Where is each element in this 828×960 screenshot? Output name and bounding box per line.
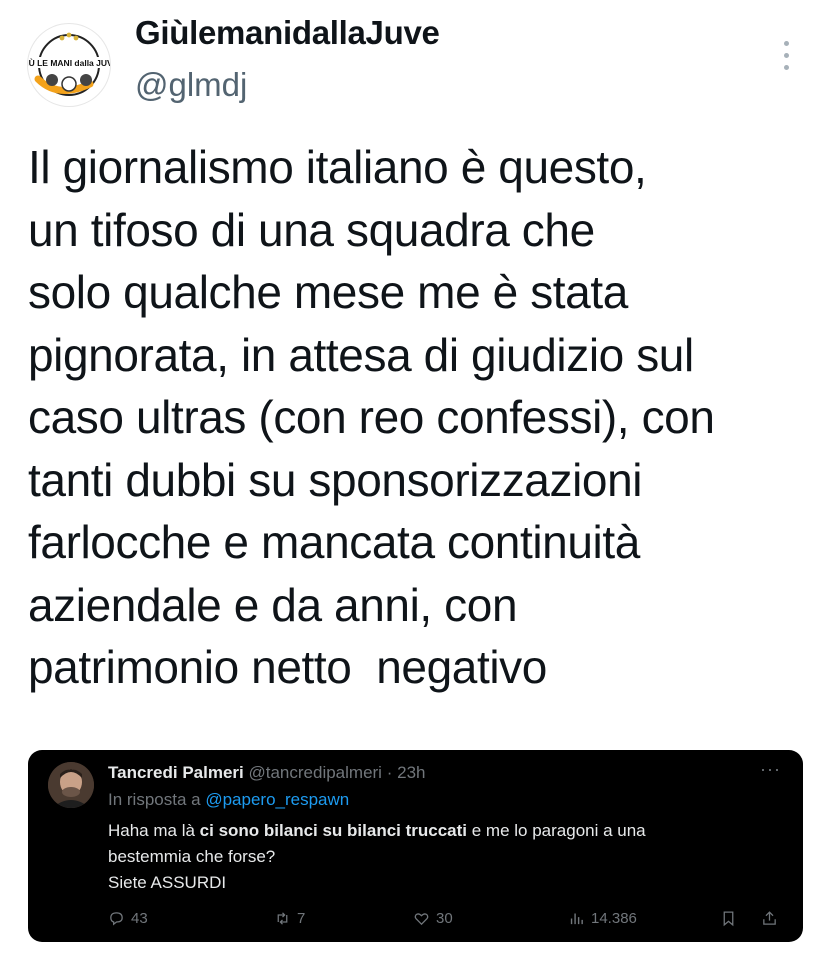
retweet-icon (277, 912, 288, 925)
reply-to-link[interactable]: @papero_respawn (205, 790, 349, 809)
svg-text:GIÙ LE MANI dalla JUVE: GIÙ LE MANI dalla JUVE (28, 57, 110, 68)
quoted-display-name[interactable]: Tancredi Palmeri (108, 763, 244, 782)
meta-separator: · (386, 763, 393, 782)
tweet-text-line: un tifoso di una squadra che (28, 203, 595, 256)
reply-prefix: In risposta a (108, 790, 201, 809)
like-count: 30 (436, 910, 453, 927)
tweet-text-line: pignorata, in attesa di giudizio sul (28, 328, 694, 381)
quoted-header: Tancredi Palmeri @tancredipalmeri · 23h (108, 763, 425, 783)
reply-button[interactable]: 43 (108, 910, 148, 927)
tweet-text-line: Il giornalismo italiano è questo, (28, 141, 647, 193)
quoted-tweet-text: Haha ma là ci sono bilanci su bilanci tr… (108, 818, 788, 896)
reply-context: In risposta a @papero_respawn (108, 790, 349, 810)
quoted-more-button[interactable]: ··· (760, 760, 781, 778)
vertical-ellipsis-dot (784, 53, 789, 58)
quoted-action-bar: 43 7 30 14.386 (28, 910, 803, 934)
quoted-text-line: Haha ma là ci sono bilanci su bilanci tr… (108, 818, 788, 844)
share-icon (763, 911, 776, 925)
display-name[interactable]: GiùlemanidallaJuve (135, 14, 440, 52)
vertical-ellipsis-icon (784, 41, 789, 46)
glmdj-logo-avatar: GIÙ LE MANI dalla JUVE (28, 25, 110, 105)
user-handle[interactable]: @glmdj (135, 66, 247, 104)
retweet-count: 7 (297, 910, 306, 927)
more-options-button[interactable] (772, 36, 802, 76)
quoted-text-line: Siete ASSURDI (108, 873, 227, 892)
reply-count: 43 (131, 910, 148, 927)
bookmark-icon (723, 911, 734, 927)
vertical-ellipsis-dot (784, 65, 789, 70)
like-button[interactable]: 30 (413, 910, 453, 927)
tweet-text-line: aziendale e da anni, con (28, 578, 518, 631)
quoted-text-bold: ci sono bilanci su bilanci truccati (199, 821, 468, 840)
retweet-button[interactable]: 7 (274, 910, 305, 927)
tweet-text-line: tanti dubbi su sponsorizzazioni (28, 453, 643, 506)
views-count: 14.386 (591, 910, 637, 927)
quoted-avatar[interactable] (48, 762, 94, 808)
tweet-text-line: patrimonio netto negativo (28, 641, 547, 693)
quoted-text-line: bestemmia che forse? (108, 847, 276, 866)
reply-icon (110, 912, 123, 926)
quoted-handle[interactable]: @tancredipalmeri (248, 763, 381, 782)
tweet-text-line: caso ultras (con reo confessi), con (28, 391, 715, 443)
avatar[interactable]: GIÙ LE MANI dalla JUVE (28, 24, 110, 106)
tweet-text-line: solo qualche mese me è stata (28, 266, 628, 318)
bookmark-button[interactable] (720, 910, 737, 927)
person-photo-icon (48, 762, 94, 808)
quoted-text-span: e me lo paragoni a una (467, 821, 646, 840)
quoted-tweet-card[interactable]: Tancredi Palmeri @tancredipalmeri · 23h … (28, 750, 803, 942)
tweet-text: Il giornalismo italiano è questo, un tif… (28, 136, 818, 699)
quoted-timestamp[interactable]: 23h (397, 763, 425, 782)
share-button[interactable] (761, 910, 778, 927)
quoted-text-span: Haha ma là (108, 821, 200, 840)
views-button[interactable]: 14.386 (568, 910, 637, 927)
views-chart-icon (570, 913, 583, 925)
tweet-text-line: farlocche e mancata continuità (28, 516, 640, 568)
heart-icon (414, 913, 429, 926)
